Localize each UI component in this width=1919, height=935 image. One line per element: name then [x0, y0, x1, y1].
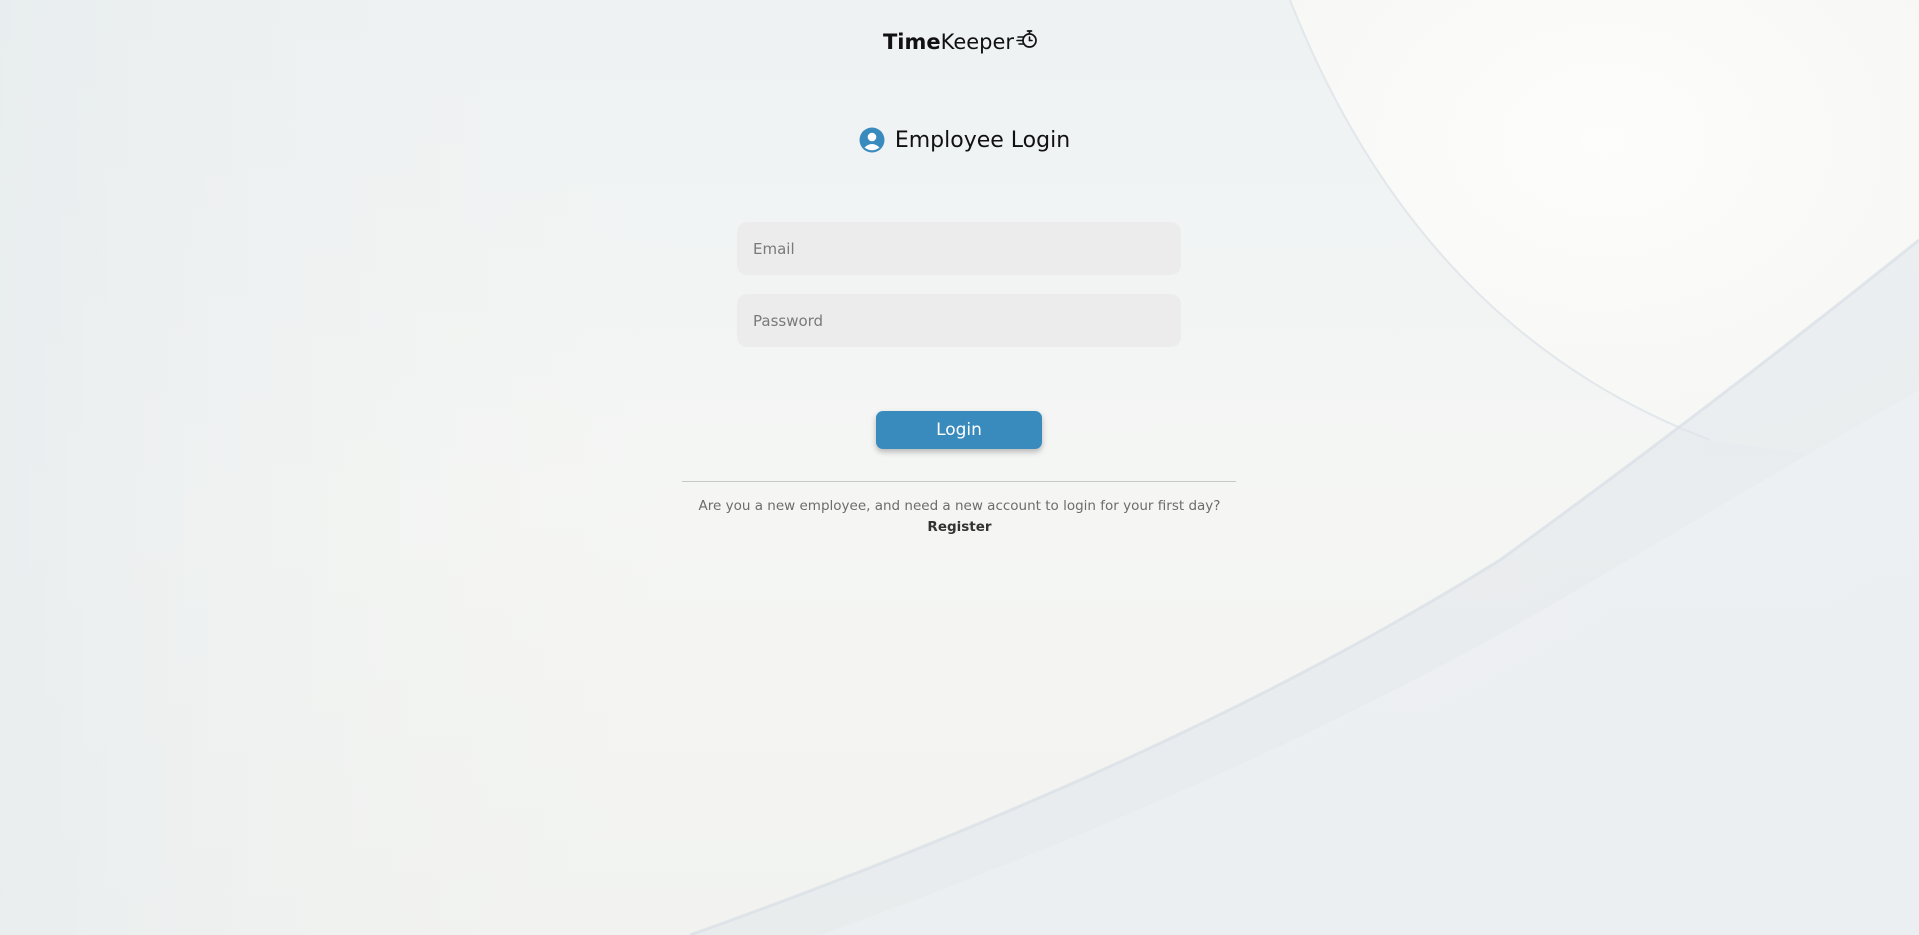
app-logo[interactable]: Time Keeper: [0, 30, 1919, 54]
login-page: TimeKeeper Employee Login Login: [0, 0, 1919, 935]
logo-text-normal: Keeper: [940, 30, 1015, 54]
login-button[interactable]: Login: [876, 411, 1042, 449]
register-link-row: Register: [0, 519, 1919, 535]
divider: [682, 481, 1236, 482]
register-prompt: Are you a new employee, and need a new a…: [698, 498, 1221, 514]
register-link[interactable]: Register: [927, 519, 991, 535]
password-field[interactable]: [737, 294, 1181, 347]
stopwatch-icon: [1016, 30, 1037, 48]
user-circle-icon: [859, 127, 885, 153]
page-title: Employee Login: [894, 127, 1071, 153]
email-field[interactable]: [737, 222, 1181, 275]
login-heading: Employee Login: [0, 127, 1919, 153]
logo-text-bold: Time: [882, 30, 941, 54]
